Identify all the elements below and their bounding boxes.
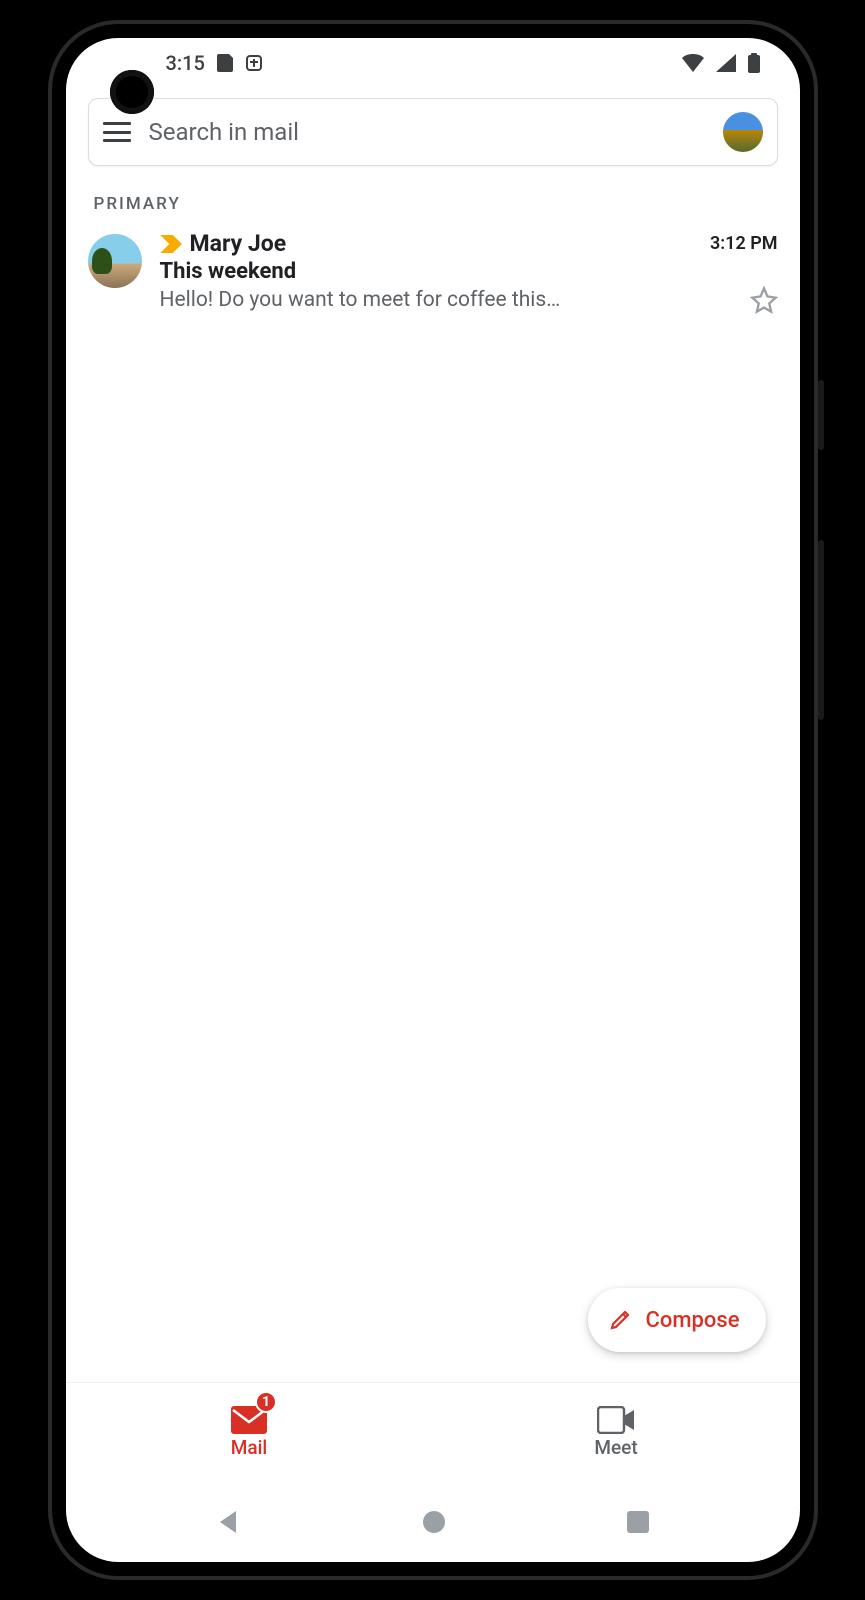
email-top: Mary Joe 3:12 PM <box>160 230 778 257</box>
status-bar: 3:15 <box>66 38 800 88</box>
sender-name: Mary Joe <box>190 230 702 257</box>
compose-button[interactable]: Compose <box>588 1288 766 1352</box>
side-button <box>818 540 824 720</box>
sender-avatar[interactable] <box>88 234 142 288</box>
status-time: 3:15 <box>166 51 205 75</box>
pencil-icon <box>608 1308 632 1332</box>
status-left: 3:15 <box>166 51 263 75</box>
email-time: 3:12 PM <box>710 233 778 254</box>
compose-label: Compose <box>646 1308 740 1333</box>
video-icon <box>597 1406 635 1434</box>
search-container: Search in mail <box>66 88 800 180</box>
email-subject: This weekend <box>160 259 778 284</box>
system-nav <box>66 1482 800 1562</box>
camera-cutout <box>110 70 154 114</box>
account-avatar[interactable] <box>723 112 763 152</box>
recents-icon[interactable] <box>627 1511 649 1533</box>
email-body: Mary Joe 3:12 PM This weekend Hello! Do … <box>160 230 778 314</box>
back-icon[interactable] <box>216 1509 242 1535</box>
nav-tab-mail[interactable]: 1 Mail <box>66 1383 433 1482</box>
nav-label-meet: Meet <box>594 1436 637 1459</box>
wifi-icon <box>682 54 704 72</box>
important-marker-icon[interactable] <box>160 235 182 253</box>
email-snippet: Hello! Do you want to meet for coffee th… <box>160 288 738 312</box>
nav-tab-meet[interactable]: Meet <box>433 1383 800 1482</box>
menu-icon[interactable] <box>103 122 131 142</box>
phone-frame: 3:15 Search in mail PRIMARY <box>48 20 818 1580</box>
section-header-primary: PRIMARY <box>66 180 800 220</box>
search-placeholder: Search in mail <box>149 118 705 146</box>
screen: 3:15 Search in mail PRIMARY <box>66 38 800 1562</box>
debug-icon <box>245 54 263 72</box>
email-snippet-row: Hello! Do you want to meet for coffee th… <box>160 286 778 314</box>
mail-badge: 1 <box>255 1391 277 1413</box>
battery-icon <box>748 53 760 73</box>
email-row[interactable]: Mary Joe 3:12 PM This weekend Hello! Do … <box>66 220 800 324</box>
signal-icon <box>716 54 736 72</box>
bottom-nav: 1 Mail Meet <box>66 1382 800 1482</box>
star-icon[interactable] <box>750 286 778 314</box>
nav-label-mail: Mail <box>231 1436 268 1459</box>
side-button <box>818 380 824 450</box>
status-right <box>682 53 760 73</box>
home-icon[interactable] <box>422 1510 446 1534</box>
search-bar[interactable]: Search in mail <box>88 98 778 166</box>
sd-card-icon <box>217 54 233 72</box>
